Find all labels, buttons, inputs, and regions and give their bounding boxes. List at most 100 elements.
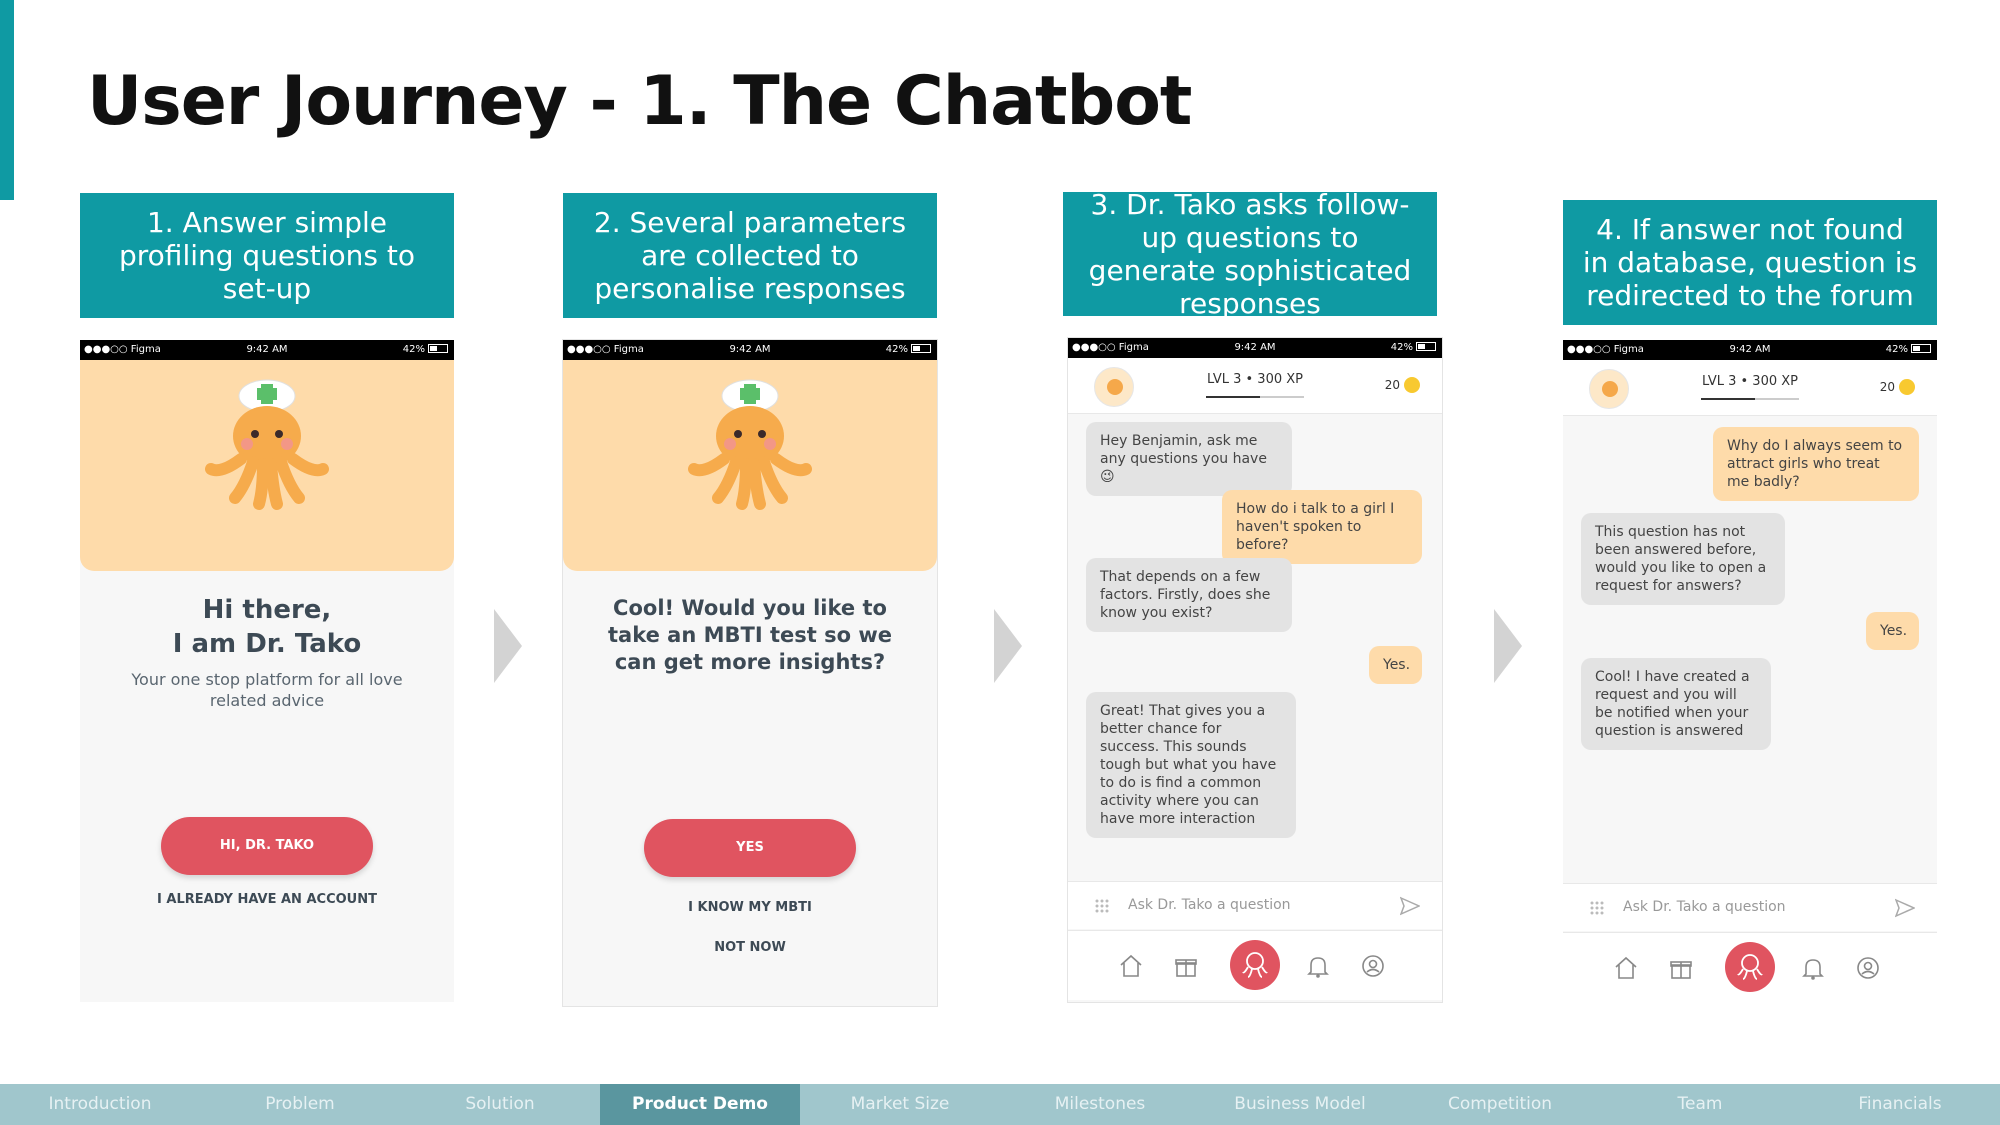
already-have-account-link[interactable]: I ALREADY HAVE AN ACCOUNT	[80, 892, 454, 907]
step-1-header: 1. Answer simple profiling questions to …	[80, 193, 454, 318]
bot-message: Cool! I have created a request and you w…	[1581, 658, 1771, 750]
welcome-title-line1: Hi there,	[202, 595, 332, 625]
status-bar: ●●●○○ Figma 9:42 AM 42%	[563, 340, 937, 360]
nav-financials[interactable]: Financials	[1800, 1084, 2000, 1125]
step-2-header-text: 2. Several parameters are collected to p…	[593, 206, 907, 305]
chevron-right-icon	[494, 609, 522, 683]
chat-messages: Why do I always seem to attract girls wh…	[1563, 416, 1937, 871]
nav-business-model[interactable]: Business Model	[1200, 1084, 1400, 1125]
battery-icon	[1416, 342, 1436, 351]
xp-progress-fill	[1701, 398, 1755, 400]
nav-milestones[interactable]: Milestones	[1000, 1084, 1200, 1125]
bot-message: That depends on a few factors. Firstly, …	[1086, 558, 1292, 632]
user-message: Why do I always seem to attract girls wh…	[1713, 427, 1919, 501]
tab-bar	[1068, 930, 1442, 1000]
battery-icon	[911, 344, 931, 353]
battery-indicator: 42%	[1886, 344, 1931, 355]
know-my-mbti-link[interactable]: I KNOW MY MBTI	[563, 900, 937, 915]
octopus-icon	[1737, 954, 1763, 980]
coin-count: 20	[1879, 380, 1895, 394]
user-message: Yes.	[1369, 646, 1422, 684]
dr-tako-tab[interactable]	[1725, 942, 1775, 992]
user-message: Yes.	[1866, 612, 1919, 650]
phone-screen-welcome: ●●●○○ Figma 9:42 AM 42% Hi there, I am Dr…	[80, 340, 454, 1002]
bot-message: Great! That gives you a better chance fo…	[1086, 692, 1296, 838]
phone-screen-mbti: ●●●○○ Figma 9:42 AM 42% Cool! Would you …	[563, 340, 937, 1006]
octopus-icon	[1242, 952, 1268, 978]
coin-icon	[1404, 377, 1420, 393]
not-now-link[interactable]: NOT NOW	[563, 940, 937, 955]
grid-dots-icon[interactable]	[1094, 898, 1110, 914]
bot-message: Hey Benjamin, ask me any questions you h…	[1086, 422, 1292, 496]
status-time: 9:42 AM	[729, 344, 771, 355]
phone-screen-chat: ●●●○○ Figma 9:42 AM 42% LVL 3 • 300 XP 2…	[1068, 338, 1442, 1002]
yes-button[interactable]: YES	[644, 819, 856, 877]
user-message: How do i talk to a girl I haven't spoken…	[1222, 490, 1422, 564]
chat-input-row: Ask Dr. Tako a question	[1068, 881, 1442, 929]
status-time: 9:42 AM	[246, 344, 288, 355]
tab-bar	[1563, 932, 1937, 1002]
coin-count: 20	[1384, 378, 1400, 392]
status-bar: ●●●○○ Figma 9:42 AM 42%	[1068, 338, 1442, 358]
welcome-title: Hi there, I am Dr. Tako	[80, 593, 454, 661]
profile-icon[interactable]	[1855, 955, 1881, 981]
nav-market-size[interactable]: Market Size	[800, 1084, 1000, 1125]
xp-label: • 300 XP	[1740, 374, 1799, 389]
level-label: LVL 3	[1207, 372, 1242, 387]
nav-product-demo[interactable]: Product Demo	[600, 1084, 800, 1125]
bell-icon[interactable]	[1305, 953, 1331, 979]
coin-balance: 20	[1880, 379, 1915, 395]
chevron-right-icon	[994, 609, 1022, 683]
phone-screen-forum-redirect: ●●●○○ Figma 9:42 AM 42% LVL 3 • 300 XP 2…	[1563, 340, 1937, 1002]
grid-dots-icon[interactable]	[1589, 900, 1605, 916]
battery-indicator: 42%	[1391, 342, 1436, 353]
chat-messages: Hey Benjamin, ask me any questions you h…	[1068, 414, 1442, 869]
chat-header: LVL 3 • 300 XP 20	[1068, 358, 1442, 414]
gift-icon[interactable]	[1668, 955, 1694, 981]
nav-introduction[interactable]: Introduction	[0, 1084, 200, 1125]
status-time: 9:42 AM	[1729, 344, 1771, 355]
chat-header: LVL 3 • 300 XP 20	[1563, 360, 1937, 416]
step-3-header-text: 3. Dr. Tako asks follow-up questions to …	[1088, 188, 1412, 320]
battery-percent: 42%	[1885, 344, 1908, 355]
step-4-header: 4. If answer not found in database, ques…	[1563, 200, 1937, 325]
welcome-subtitle: Your one stop platform for all love rela…	[131, 670, 403, 710]
hi-dr-tako-button[interactable]: HI, DR. TAKO	[161, 817, 373, 875]
step-3-header: 3. Dr. Tako asks follow-up questions to …	[1063, 188, 1437, 320]
home-icon[interactable]	[1118, 953, 1144, 979]
xp-progress-bar	[1206, 396, 1304, 398]
page-title: User Journey - 1. The Chatbot	[87, 62, 1192, 141]
coin-icon	[1899, 379, 1915, 395]
nav-team[interactable]: Team	[1600, 1084, 1800, 1125]
gift-icon[interactable]	[1173, 953, 1199, 979]
section-nav: Introduction Problem Solution Product De…	[0, 1084, 2000, 1125]
dr-tako-tab[interactable]	[1230, 940, 1280, 990]
octopus-mascot-icon	[205, 379, 329, 510]
xp-progress-bar	[1701, 398, 1799, 400]
nav-problem[interactable]: Problem	[200, 1084, 400, 1125]
nav-competition[interactable]: Competition	[1400, 1084, 1600, 1125]
home-icon[interactable]	[1613, 955, 1639, 981]
send-icon[interactable]	[1895, 898, 1915, 918]
status-time: 9:42 AM	[1234, 342, 1276, 353]
welcome-title-line2: I am Dr. Tako	[172, 629, 362, 659]
mbti-question: Cool! Would you like to take an MBTI tes…	[608, 596, 892, 674]
send-icon[interactable]	[1400, 896, 1420, 916]
hero-banner	[563, 360, 937, 571]
battery-icon	[428, 344, 448, 353]
chat-input[interactable]: Ask Dr. Tako a question	[1623, 899, 1786, 915]
battery-percent: 42%	[885, 344, 908, 355]
battery-indicator: 42%	[886, 344, 931, 355]
chevron-right-icon	[1494, 609, 1522, 683]
profile-icon[interactable]	[1360, 953, 1386, 979]
xp-label: • 300 XP	[1245, 372, 1304, 387]
nav-solution[interactable]: Solution	[400, 1084, 600, 1125]
battery-percent: 42%	[402, 344, 425, 355]
octopus-mascot-icon	[688, 379, 812, 510]
status-bar: ●●●○○ Figma 9:42 AM 42%	[80, 340, 454, 360]
accent-bar	[0, 0, 14, 200]
bell-icon[interactable]	[1800, 955, 1826, 981]
bot-message: This question has not been answered befo…	[1581, 513, 1785, 605]
chat-input[interactable]: Ask Dr. Tako a question	[1128, 897, 1291, 913]
coin-balance: 20	[1385, 377, 1420, 393]
